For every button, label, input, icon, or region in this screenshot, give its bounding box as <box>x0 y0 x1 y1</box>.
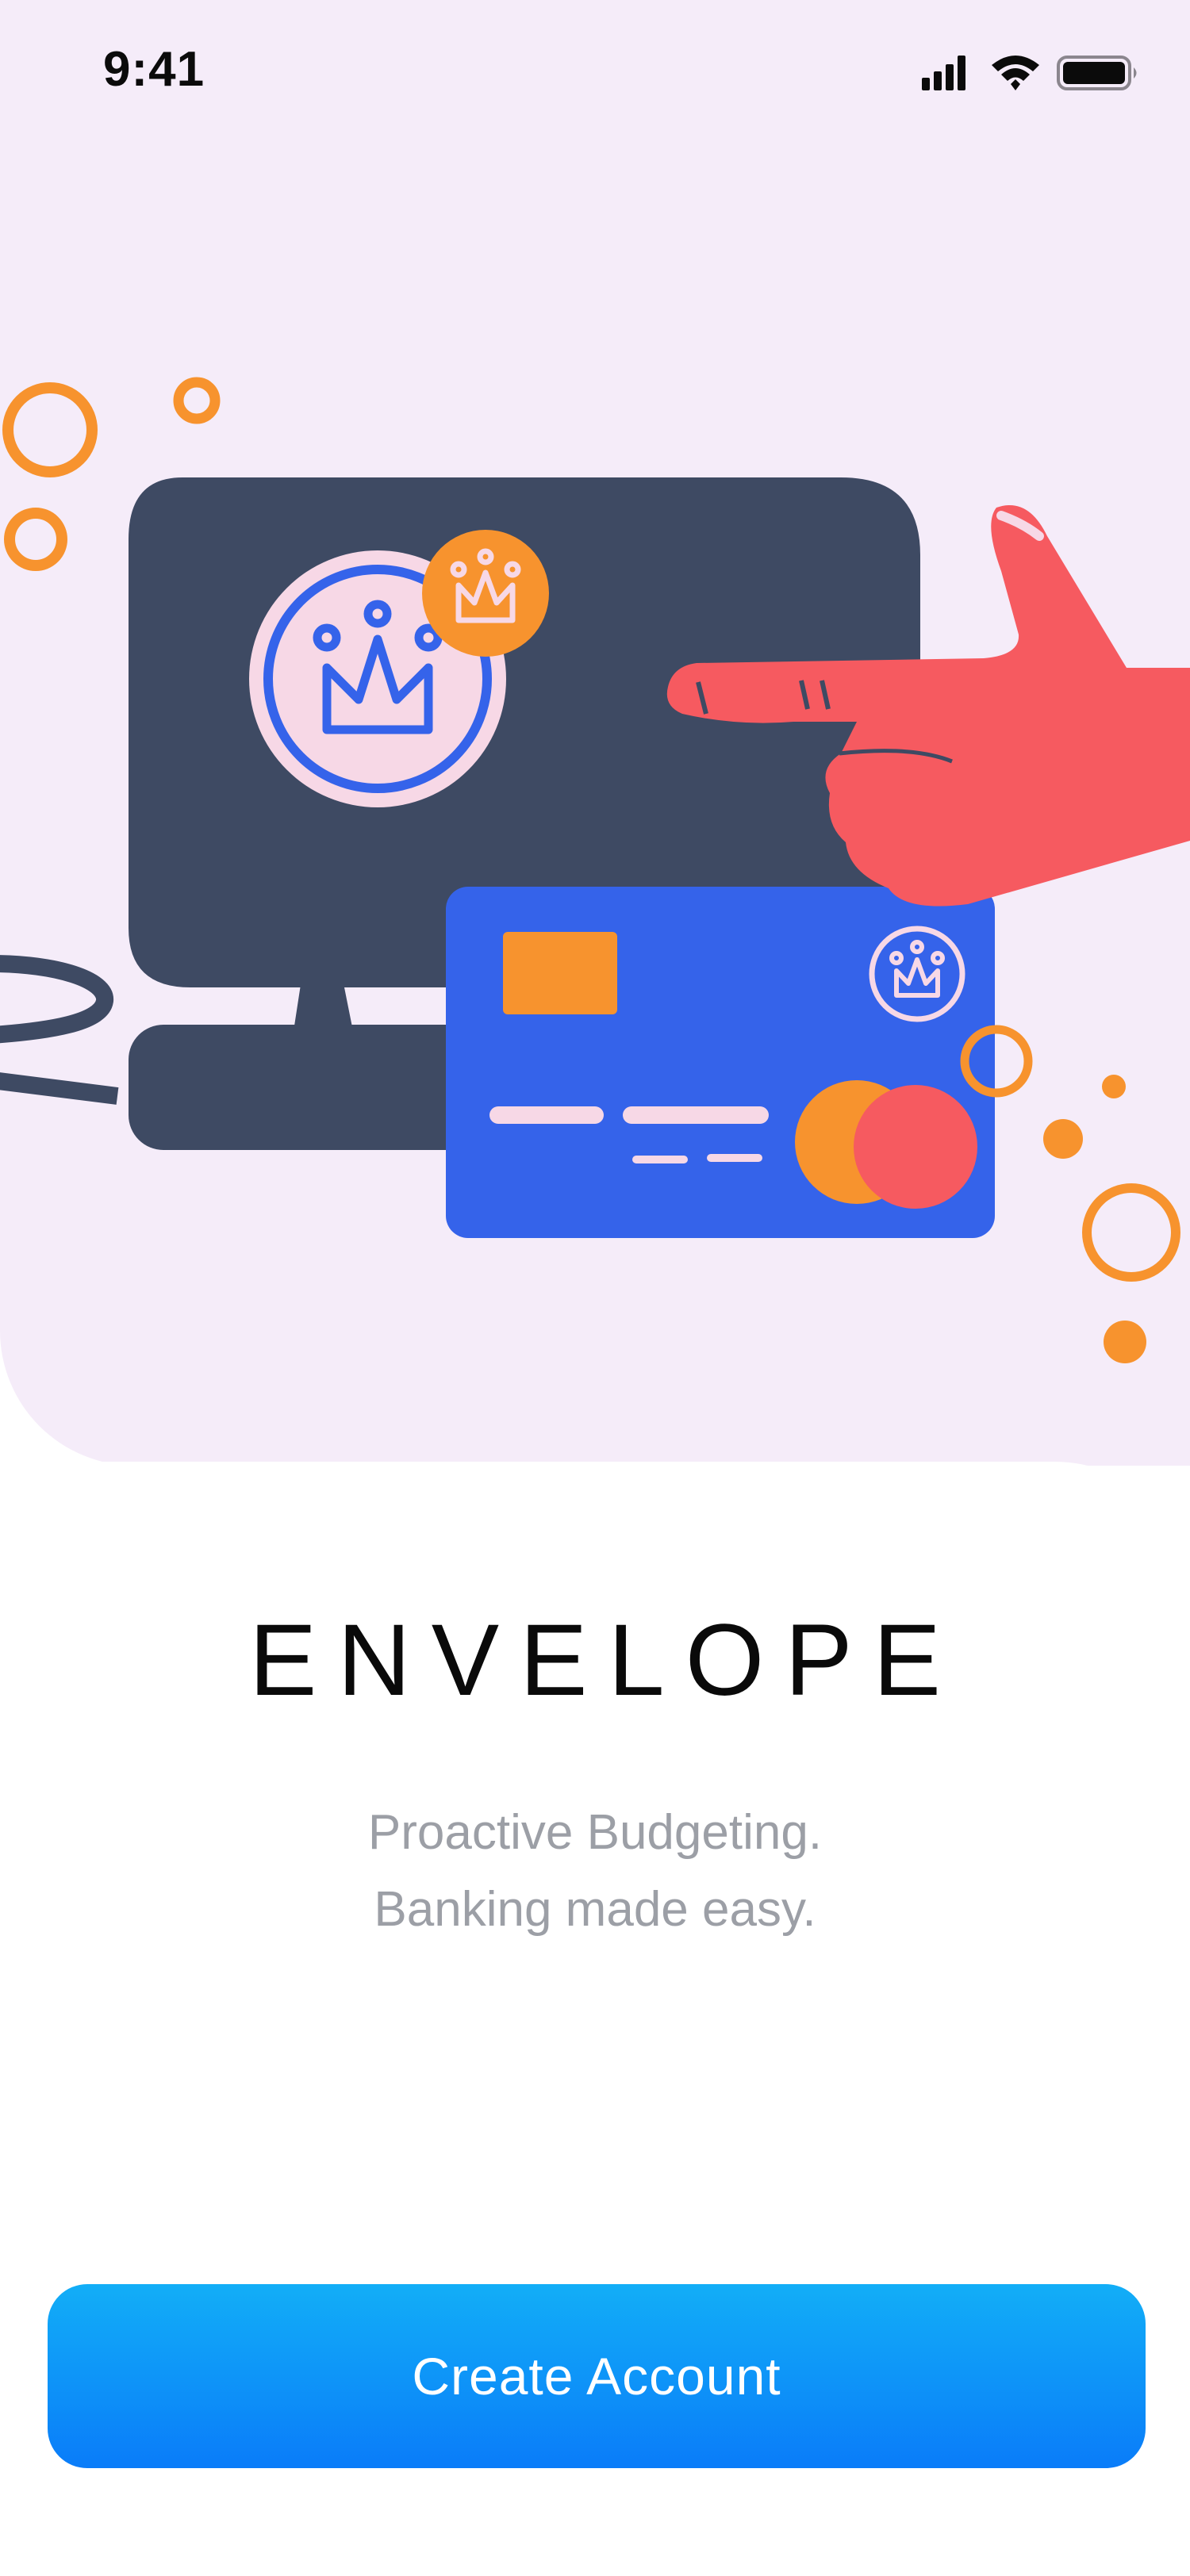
welcome-screen: 9:41 ENVELOPE Proactive Budgeting. Banki… <box>0 0 1190 2576</box>
create-account-button[interactable]: Create Account <box>48 2284 1146 2468</box>
wifi-icon <box>992 56 1039 90</box>
create-account-label: Create Account <box>412 2347 781 2405</box>
card-chip <box>503 932 617 1014</box>
card-network-red <box>854 1085 977 1209</box>
monitor-base <box>129 1025 493 1150</box>
signal-icon <box>922 56 965 90</box>
deco-ring-right <box>1082 1183 1180 1282</box>
deco-ring-top <box>173 377 221 424</box>
deco-swoosh <box>0 955 113 1044</box>
deco-dot-3 <box>1104 1321 1146 1363</box>
app-title: ENVELOPE <box>248 1604 962 1717</box>
battery-icon <box>1057 56 1137 90</box>
tagline-line-1: Proactive Budgeting. <box>367 1805 823 1860</box>
status-time: 9:41 <box>103 42 205 97</box>
deco-ring-small-left <box>4 508 67 571</box>
hero-illustration <box>0 377 1190 1363</box>
deco-dot-1 <box>1102 1075 1126 1098</box>
deco-swoosh-line <box>0 1072 119 1105</box>
status-icons <box>922 56 1137 90</box>
tagline-line-2: Banking made easy. <box>374 1882 816 1937</box>
tagline: Proactive Budgeting. Banking made easy. <box>0 1794 1190 1948</box>
deco-ring-large-left <box>2 382 98 477</box>
deco-dot-2 <box>1043 1119 1083 1159</box>
